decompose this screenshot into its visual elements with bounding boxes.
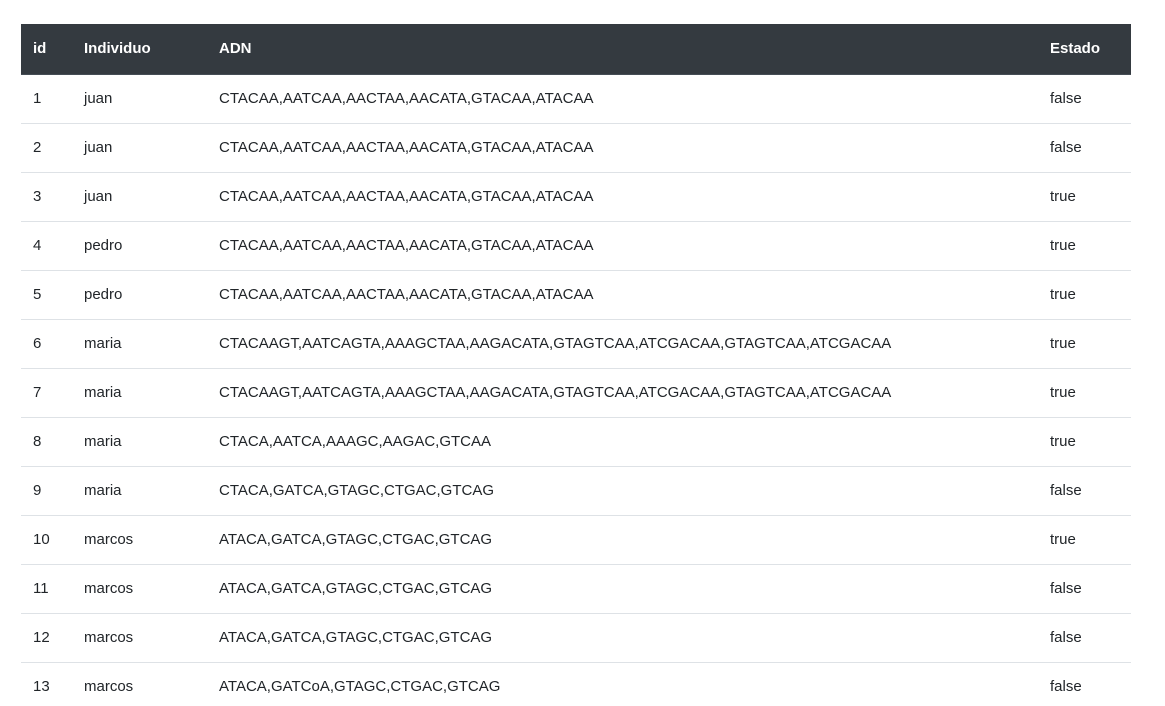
- table-row: 4 pedro CTACAA,AATCAA,AACTAA,AACATA,GTACAA…: [21, 221, 1131, 271]
- cell-adn: ATACA,GATCA,GTAGC,CTGAC,GTCAG: [207, 564, 1038, 614]
- cell-estado: false: [1038, 74, 1131, 124]
- column-header-adn: ADN: [207, 24, 1038, 75]
- cell-individuo: maria: [72, 417, 207, 467]
- cell-estado: true: [1038, 515, 1131, 565]
- cell-id: 4: [21, 221, 72, 271]
- cell-adn: CTACA,AATCA,AAAGC,AAGAC,GTCAA: [207, 417, 1038, 467]
- cell-adn: ATACA,GATCA,GTAGC,CTGAC,GTCAG: [207, 515, 1038, 565]
- cell-individuo: pedro: [72, 221, 207, 271]
- cell-estado: false: [1038, 564, 1131, 614]
- cell-individuo: maria: [72, 368, 207, 418]
- cell-id: 13: [21, 662, 72, 706]
- cell-id: 5: [21, 270, 72, 320]
- table-row: 13 marcos ATACA,GATCoA,GTAGC,CTGAC,GTCAG fa…: [21, 662, 1131, 706]
- table-row: 10 marcos ATACA,GATCA,GTAGC,CTGAC,GTCAG tru…: [21, 515, 1131, 565]
- cell-adn: ATACA,GATCoA,GTAGC,CTGAC,GTCAG: [207, 662, 1038, 706]
- cell-id: 1: [21, 74, 72, 124]
- cell-individuo: maria: [72, 319, 207, 369]
- cell-individuo: juan: [72, 172, 207, 222]
- table-row: 2 juan CTACAA,AATCAA,AACTAA,AACATA,GTACAA,…: [21, 123, 1131, 173]
- cell-estado: false: [1038, 123, 1131, 173]
- cell-adn: CTACAA,AATCAA,AACTAA,AACATA,GTACAA,ATACA…: [207, 221, 1038, 271]
- cell-id: 11: [21, 564, 72, 614]
- cell-individuo: maria: [72, 466, 207, 516]
- table-row: 12 marcos ATACA,GATCA,GTAGC,CTGAC,GTCAG fal…: [21, 613, 1131, 663]
- cell-individuo: marcos: [72, 613, 207, 663]
- table-row: 8 maria CTACA,AATCA,AAAGC,AAGAC,GTCAA true: [21, 417, 1131, 467]
- cell-adn: CTACAAGT,AATCAGTA,AAAGCTAA,AAGACATA,GTAG…: [207, 319, 1038, 369]
- cell-adn: CTACAA,AATCAA,AACTAA,AACATA,GTACAA,ATACA…: [207, 123, 1038, 173]
- cell-id: 2: [21, 123, 72, 173]
- table-row: 7 maria CTACAAGT,AATCAGTA,AAAGCTAA,AAGACAT…: [21, 368, 1131, 418]
- cell-individuo: juan: [72, 74, 207, 124]
- table-row: 3 juan CTACAA,AATCAA,AACTAA,AACATA,GTACAA,…: [21, 172, 1131, 222]
- cell-estado: false: [1038, 613, 1131, 663]
- table-header-row: id Individuo ADN Estado: [21, 24, 1131, 75]
- table-row: 9 maria CTACA,GATCA,GTAGC,CTGAC,GTCAG false: [21, 466, 1131, 516]
- cell-individuo: marcos: [72, 662, 207, 706]
- cell-estado: true: [1038, 417, 1131, 467]
- cell-estado: true: [1038, 319, 1131, 369]
- cell-id: 6: [21, 319, 72, 369]
- cell-adn: CTACAA,AATCAA,AACTAA,AACATA,GTACAA,ATACA…: [207, 270, 1038, 320]
- cell-adn: CTACAAGT,AATCAGTA,AAAGCTAA,AAGACATA,GTAG…: [207, 368, 1038, 418]
- cell-adn: CTACA,GATCA,GTAGC,CTGAC,GTCAG: [207, 466, 1038, 516]
- table-row: 6 maria CTACAAGT,AATCAGTA,AAAGCTAA,AAGACAT…: [21, 319, 1131, 369]
- dna-records-table: id Individuo ADN Estado 1 juan CTACAA,AATC…: [21, 24, 1131, 706]
- cell-estado: false: [1038, 662, 1131, 706]
- cell-id: 3: [21, 172, 72, 222]
- cell-adn: ATACA,GATCA,GTAGC,CTGAC,GTCAG: [207, 613, 1038, 663]
- table-header: id Individuo ADN Estado: [21, 24, 1131, 75]
- cell-id: 8: [21, 417, 72, 467]
- table-row: 1 juan CTACAA,AATCAA,AACTAA,AACATA,GTACAA,…: [21, 74, 1131, 124]
- cell-estado: false: [1038, 466, 1131, 516]
- cell-id: 9: [21, 466, 72, 516]
- cell-estado: true: [1038, 221, 1131, 271]
- cell-estado: true: [1038, 368, 1131, 418]
- cell-individuo: juan: [72, 123, 207, 173]
- column-header-estado: Estado: [1038, 24, 1131, 75]
- cell-estado: true: [1038, 172, 1131, 222]
- table-body: 1 juan CTACAA,AATCAA,AACTAA,AACATA,GTACAA,…: [21, 74, 1131, 706]
- cell-id: 10: [21, 515, 72, 565]
- table-row: 11 marcos ATACA,GATCA,GTAGC,CTGAC,GTCAG fal…: [21, 564, 1131, 614]
- column-header-individuo: Individuo: [72, 24, 207, 75]
- column-header-id: id: [21, 24, 72, 75]
- table-row: 5 pedro CTACAA,AATCAA,AACTAA,AACATA,GTACAA…: [21, 270, 1131, 320]
- cell-individuo: marcos: [72, 515, 207, 565]
- cell-adn: CTACAA,AATCAA,AACTAA,AACATA,GTACAA,ATACA…: [207, 74, 1038, 124]
- cell-adn: CTACAA,AATCAA,AACTAA,AACATA,GTACAA,ATACA…: [207, 172, 1038, 222]
- cell-id: 7: [21, 368, 72, 418]
- cell-estado: true: [1038, 270, 1131, 320]
- cell-individuo: pedro: [72, 270, 207, 320]
- page: id Individuo ADN Estado 1 juan CTACAA,AATC…: [0, 0, 1165, 706]
- cell-id: 12: [21, 613, 72, 663]
- cell-individuo: marcos: [72, 564, 207, 614]
